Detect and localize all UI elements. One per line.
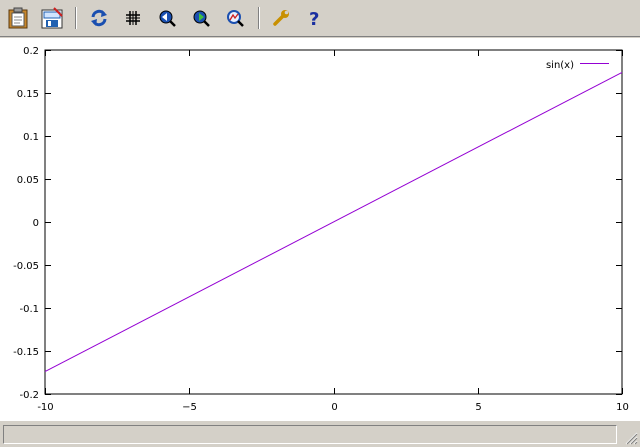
zoom-next-button[interactable] xyxy=(189,6,213,30)
resize-grip-icon[interactable] xyxy=(622,429,638,445)
svg-text:?: ? xyxy=(309,9,319,28)
help-button[interactable]: ? xyxy=(303,6,327,30)
y-tick-label: -0.1 xyxy=(19,304,39,315)
y-tick-label: -0.2 xyxy=(19,390,39,401)
zoom-next-icon xyxy=(192,9,210,27)
y-tick-label: 0.15 xyxy=(17,89,39,100)
series-line-sin-x xyxy=(44,71,623,373)
autoscale-icon xyxy=(226,9,244,27)
y-tick-label: 0 xyxy=(33,218,39,229)
plot-area[interactable]: -0.2 -0.15 -0.1 -0.05 0 0.05 0.1 0.15 0.2 -10 −5 0 5… xyxy=(0,38,640,420)
clipboard-icon xyxy=(8,7,28,29)
toolbar: ? xyxy=(0,0,640,37)
print-button[interactable] xyxy=(40,6,64,30)
y-tick-label: 0.1 xyxy=(23,132,39,143)
x-tick-label: 5 xyxy=(475,402,481,413)
y-tick-label: 0.05 xyxy=(17,175,39,186)
status-bar xyxy=(0,420,640,447)
toolbar-separator xyxy=(75,7,77,29)
y-tick-label: -0.05 xyxy=(13,261,39,272)
zoom-previous-button[interactable] xyxy=(155,6,179,30)
autoscale-button[interactable] xyxy=(223,6,247,30)
options-button[interactable] xyxy=(269,6,293,30)
grid-toggle-button[interactable] xyxy=(121,6,145,30)
x-tick-label: 0 xyxy=(331,402,337,413)
y-tick-label: 0.2 xyxy=(23,46,39,57)
x-tick-label: −5 xyxy=(182,402,197,413)
y-tick-label: -0.15 xyxy=(13,347,39,358)
toolbar-separator xyxy=(258,7,260,29)
status-text xyxy=(3,425,617,444)
grid-icon xyxy=(125,10,141,26)
sin-x-line-chart: -0.2 -0.15 -0.1 -0.05 0 0.05 0.1 0.15 0.2 -10 −5 0 5… xyxy=(13,46,629,413)
replot-icon xyxy=(90,9,108,27)
print-icon xyxy=(41,7,63,29)
help-icon: ? xyxy=(307,8,323,28)
wrench-icon xyxy=(272,9,290,27)
legend-label: sin(x) xyxy=(546,60,574,71)
replot-button[interactable] xyxy=(87,6,111,30)
copy-to-clipboard-button[interactable] xyxy=(6,6,30,30)
zoom-previous-icon xyxy=(158,9,176,27)
x-tick-label: 10 xyxy=(616,402,629,413)
x-tick-label: -10 xyxy=(37,402,53,413)
